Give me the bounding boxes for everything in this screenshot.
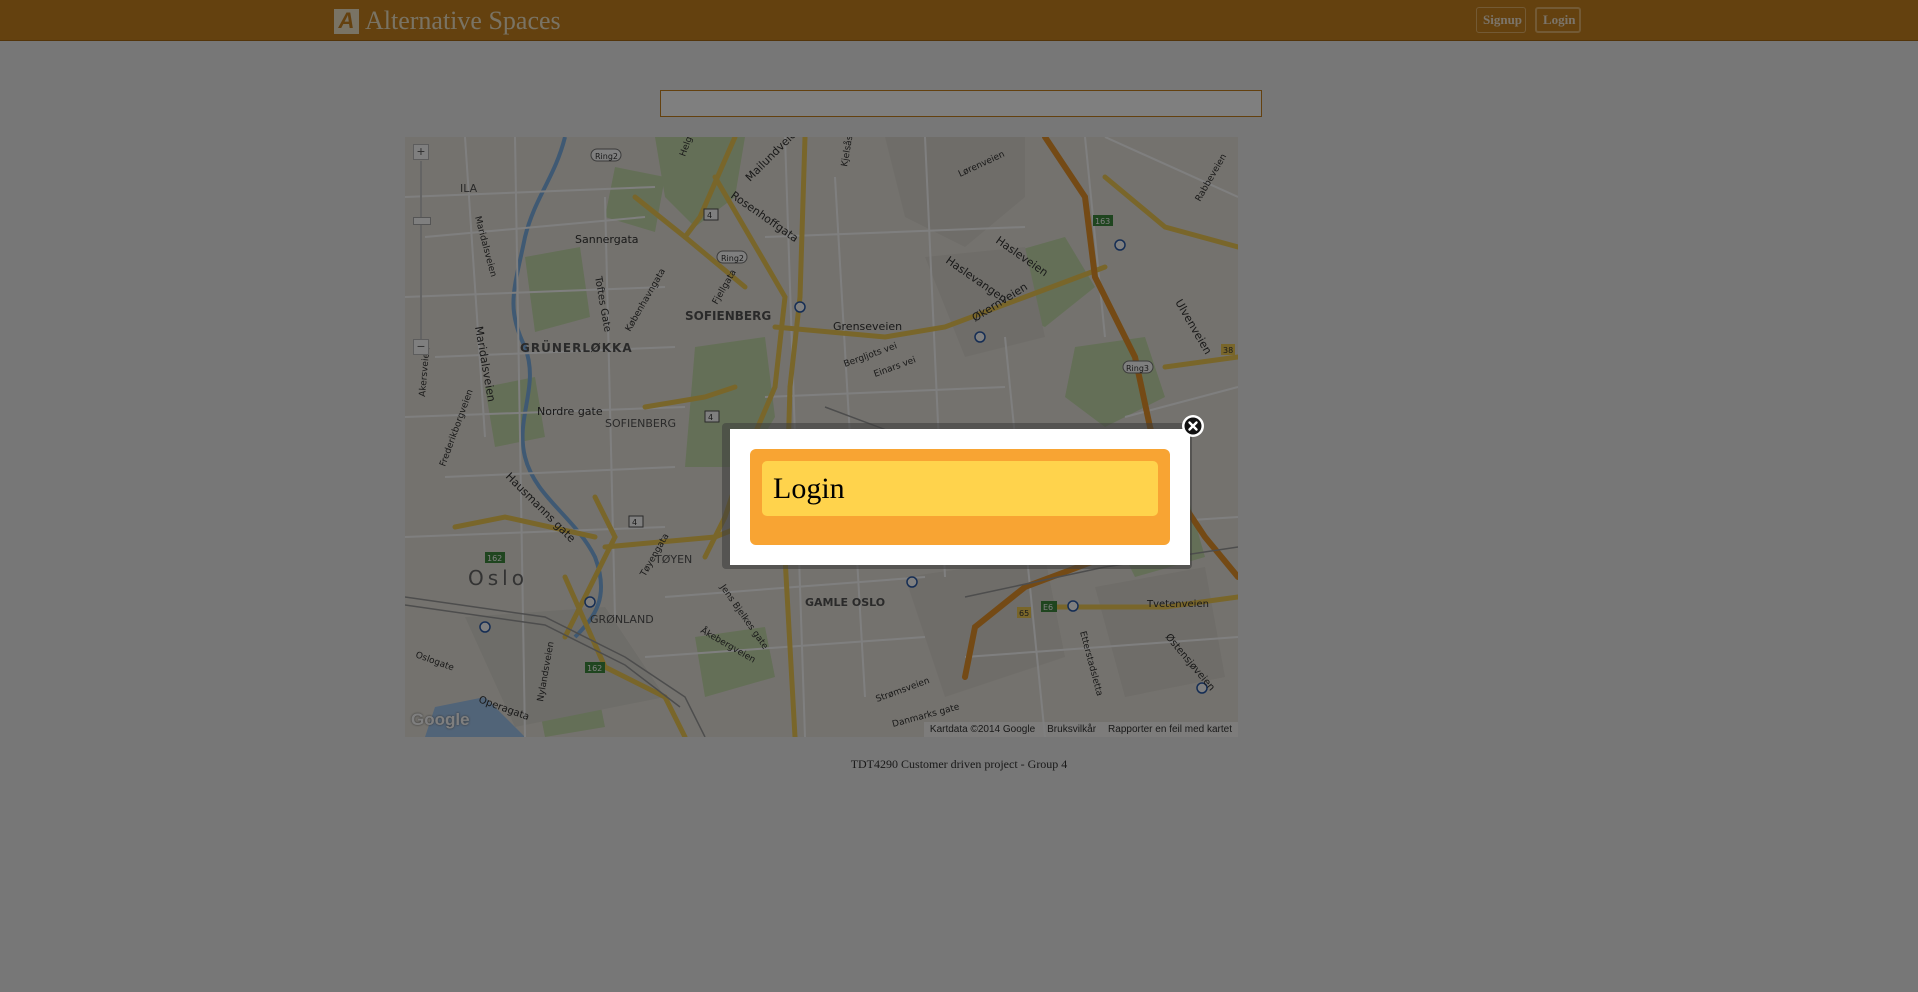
modal-title: Login — [773, 471, 845, 505]
close-icon[interactable] — [1181, 414, 1205, 438]
login-panel-header: Login — [762, 461, 1158, 516]
login-modal: Login — [730, 429, 1190, 565]
login-panel: Login — [750, 449, 1170, 545]
